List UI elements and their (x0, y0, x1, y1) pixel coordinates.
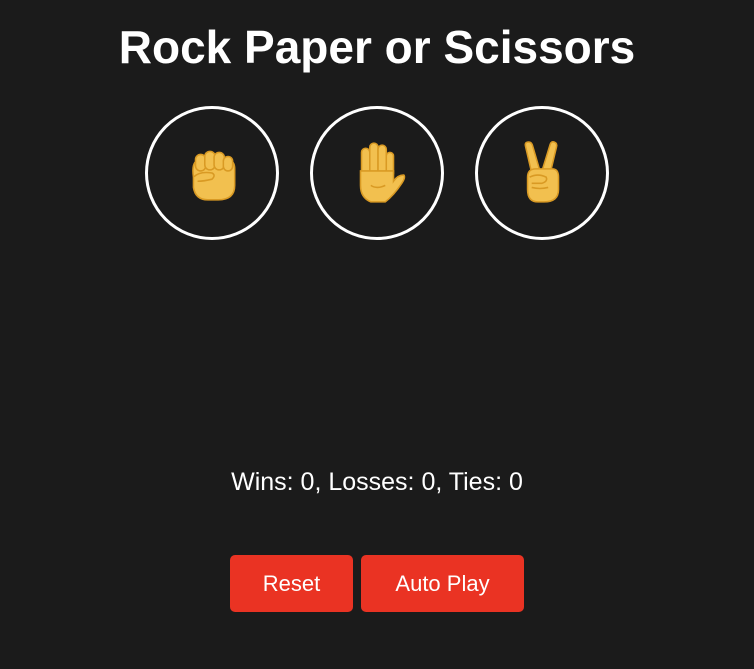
scissors-button[interactable] (475, 106, 609, 240)
victory-hand-icon (509, 140, 575, 206)
paper-button[interactable] (310, 106, 444, 240)
raised-hand-icon (344, 140, 410, 206)
game-page: Rock Paper or Scissors Wins: 0, Losses: … (0, 0, 754, 669)
reset-button[interactable]: Reset (230, 555, 353, 612)
page-title: Rock Paper or Scissors (118, 21, 636, 73)
control-buttons: Reset Auto Play (0, 555, 754, 612)
raised-fist-icon (179, 140, 245, 206)
move-buttons (0, 106, 754, 240)
rock-button[interactable] (145, 106, 279, 240)
score-text: Wins: 0, Losses: 0, Ties: 0 (231, 468, 523, 496)
auto-play-button[interactable]: Auto Play (361, 555, 524, 612)
